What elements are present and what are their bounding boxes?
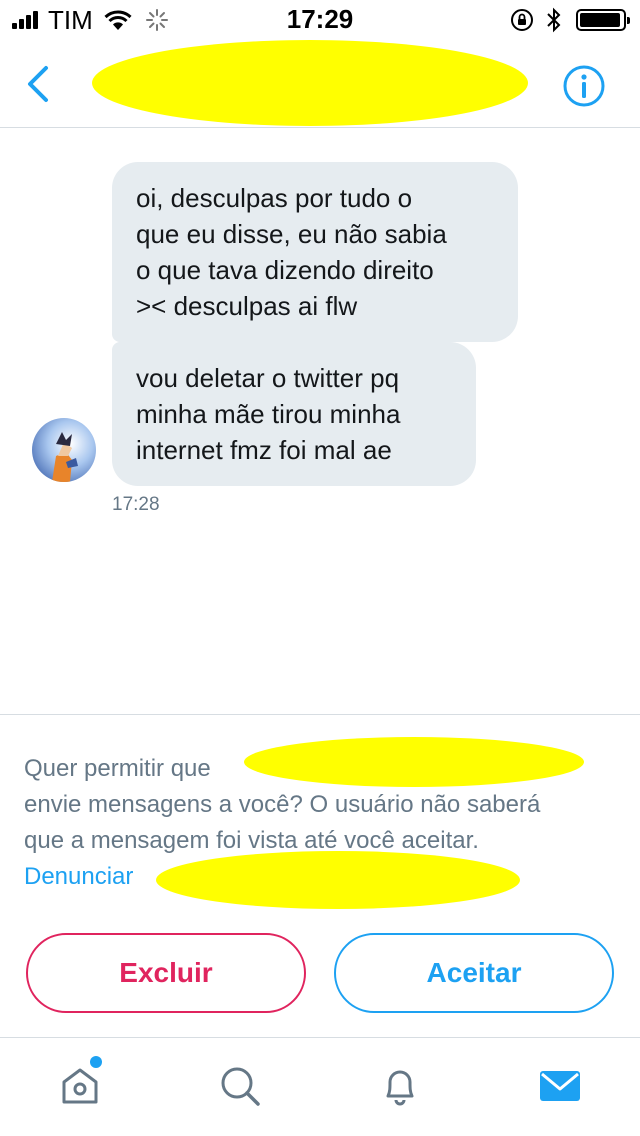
orientation-lock-icon	[511, 9, 533, 31]
report-link[interactable]: Denunciar	[24, 859, 133, 895]
battery-icon	[576, 9, 630, 31]
message-line: >< desculpas ai flw	[136, 291, 358, 321]
envelope-icon[interactable]	[536, 1062, 584, 1110]
search-icon[interactable]	[216, 1062, 264, 1110]
message-bubble[interactable]: vou deletar o twitter pq minha mãe tirou…	[112, 342, 476, 486]
avatar[interactable]	[32, 418, 96, 482]
message-timestamp: 17:28	[112, 494, 160, 515]
info-icon[interactable]	[562, 64, 606, 108]
tab-bar	[0, 1038, 640, 1136]
redacted-username	[156, 851, 520, 909]
message-line: internet fmz foi mal ae	[136, 435, 392, 465]
home-icon[interactable]	[56, 1062, 104, 1110]
message-line: vou deletar o twitter pq	[136, 363, 400, 393]
status-right	[510, 7, 630, 33]
bluetooth-icon	[547, 7, 561, 33]
conversation-header	[0, 40, 640, 128]
delete-button[interactable]: Excluir	[26, 933, 306, 1013]
message-line: que eu disse, eu não sabia	[136, 219, 447, 249]
message-line: minha mãe tirou minha	[136, 399, 401, 429]
message-line: o que tava dizendo direito	[136, 255, 434, 285]
message-request-panel: Quer permitir que envie mensagens a você…	[0, 714, 640, 1038]
accept-button[interactable]: Aceitar	[334, 933, 614, 1013]
battery-level	[580, 13, 620, 27]
status-bar: TIM 17:29	[0, 0, 640, 40]
new-activity-dot	[90, 1056, 102, 1068]
redacted-username	[244, 737, 584, 787]
redacted-username	[92, 40, 528, 126]
message-line: oi, desculpas por tudo o	[136, 183, 413, 213]
bell-icon[interactable]	[376, 1062, 424, 1110]
request-line: envie mensagens a você? O usuário não sa…	[24, 791, 541, 818]
message-bubble[interactable]: oi, desculpas por tudo o que eu disse, e…	[112, 162, 518, 342]
chevron-left-icon[interactable]	[20, 62, 60, 106]
